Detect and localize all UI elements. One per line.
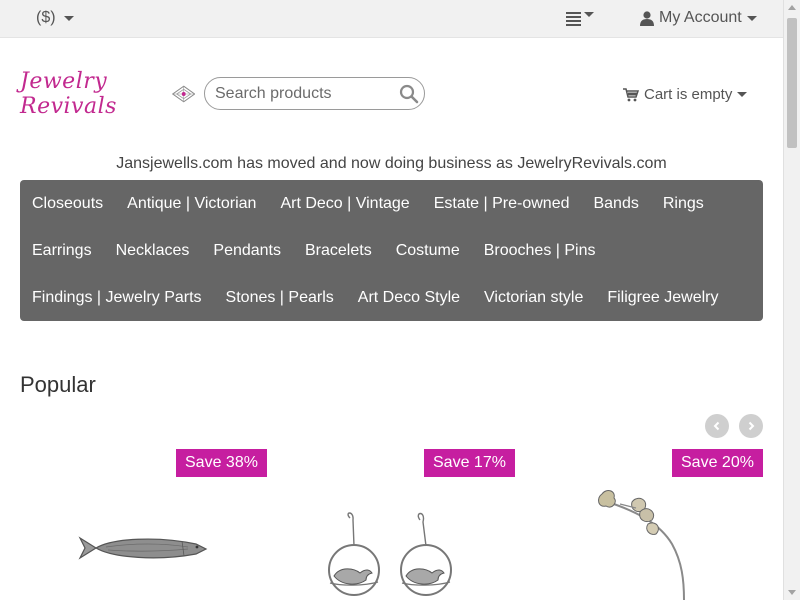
carousel-next-button[interactable]: [739, 414, 763, 438]
category-product-showcase[interactable]: Product Showcase: [20, 321, 177, 368]
category-necklaces[interactable]: Necklaces: [104, 227, 202, 274]
product-image-fish-pin[interactable]: [78, 530, 210, 566]
account-label: My Account: [659, 9, 742, 26]
cart-dropdown[interactable]: Cart is empty: [623, 86, 748, 103]
category-estate-preowned[interactable]: Estate | Pre-owned: [422, 180, 582, 227]
category-bands[interactable]: Bands: [581, 180, 650, 227]
search-input[interactable]: [215, 83, 395, 105]
category-costume[interactable]: Costume: [384, 227, 472, 274]
chevron-down-icon: [746, 15, 757, 21]
category-filigree-jewelry[interactable]: Filigree Jewelry: [595, 274, 730, 321]
category-earrings[interactable]: Earrings: [20, 227, 104, 274]
category-nav: Closeouts Antique | Victorian Art Deco |…: [20, 180, 763, 353]
section-title-popular: Popular: [20, 372, 96, 397]
category-brooches-pins[interactable]: Brooches | Pins: [472, 227, 608, 274]
search-icon[interactable]: [399, 84, 419, 104]
scroll-down-arrow-icon[interactable]: [788, 590, 796, 595]
category-stones-pearls[interactable]: Stones | Pearls: [214, 274, 346, 321]
menu-toggle-button[interactable]: [566, 10, 594, 26]
category-pendants[interactable]: Pendants: [201, 227, 293, 274]
category-antique-victorian[interactable]: Antique | Victorian: [115, 180, 268, 227]
category-findings-jewelry-parts[interactable]: Findings | Jewelry Parts: [20, 274, 214, 321]
chevron-left-icon: [713, 421, 720, 431]
top-bar: ($) My Account: [0, 0, 783, 38]
carousel-prev-button[interactable]: [705, 414, 729, 438]
category-art-deco-vintage[interactable]: Art Deco | Vintage: [268, 180, 421, 227]
category-closeouts[interactable]: Closeouts: [20, 180, 115, 227]
hamburger-list-icon: [566, 12, 581, 26]
product-image-flower-stickpin[interactable]: [588, 484, 698, 600]
logo-text: Jewelry Revivals: [20, 69, 117, 119]
my-account-dropdown[interactable]: My Account: [640, 9, 757, 27]
currency-label: ($): [36, 9, 56, 26]
chevron-down-icon: [737, 92, 748, 97]
category-art-deco-style[interactable]: Art Deco Style: [346, 274, 472, 321]
discount-badge: Save 17%: [424, 449, 515, 477]
discount-badge: Save 20%: [672, 449, 763, 477]
chevron-down-icon: [63, 15, 74, 21]
discount-badge: Save 38%: [176, 449, 267, 477]
shopping-cart-icon: [623, 87, 639, 101]
scroll-thumb[interactable]: [787, 18, 797, 148]
product-image-loon-earrings[interactable]: [322, 510, 462, 600]
category-bracelets[interactable]: Bracelets: [293, 227, 384, 274]
category-rings[interactable]: Rings: [651, 180, 716, 227]
search-box: [204, 77, 425, 110]
page-scrollbar[interactable]: [783, 0, 800, 600]
chevron-down-icon: [584, 12, 594, 17]
currency-selector[interactable]: ($): [36, 9, 74, 27]
moved-notice: Jansjewells.com has moved and now doing …: [116, 155, 667, 172]
user-icon: [640, 10, 654, 26]
category-victorian-style[interactable]: Victorian style: [472, 274, 595, 321]
chevron-right-icon: [748, 421, 755, 431]
diamond-logo-icon: [171, 85, 195, 103]
site-logo[interactable]: Jewelry Revivals: [20, 69, 195, 119]
cart-label: Cart is empty: [644, 86, 733, 103]
scroll-up-arrow-icon[interactable]: [788, 5, 796, 10]
